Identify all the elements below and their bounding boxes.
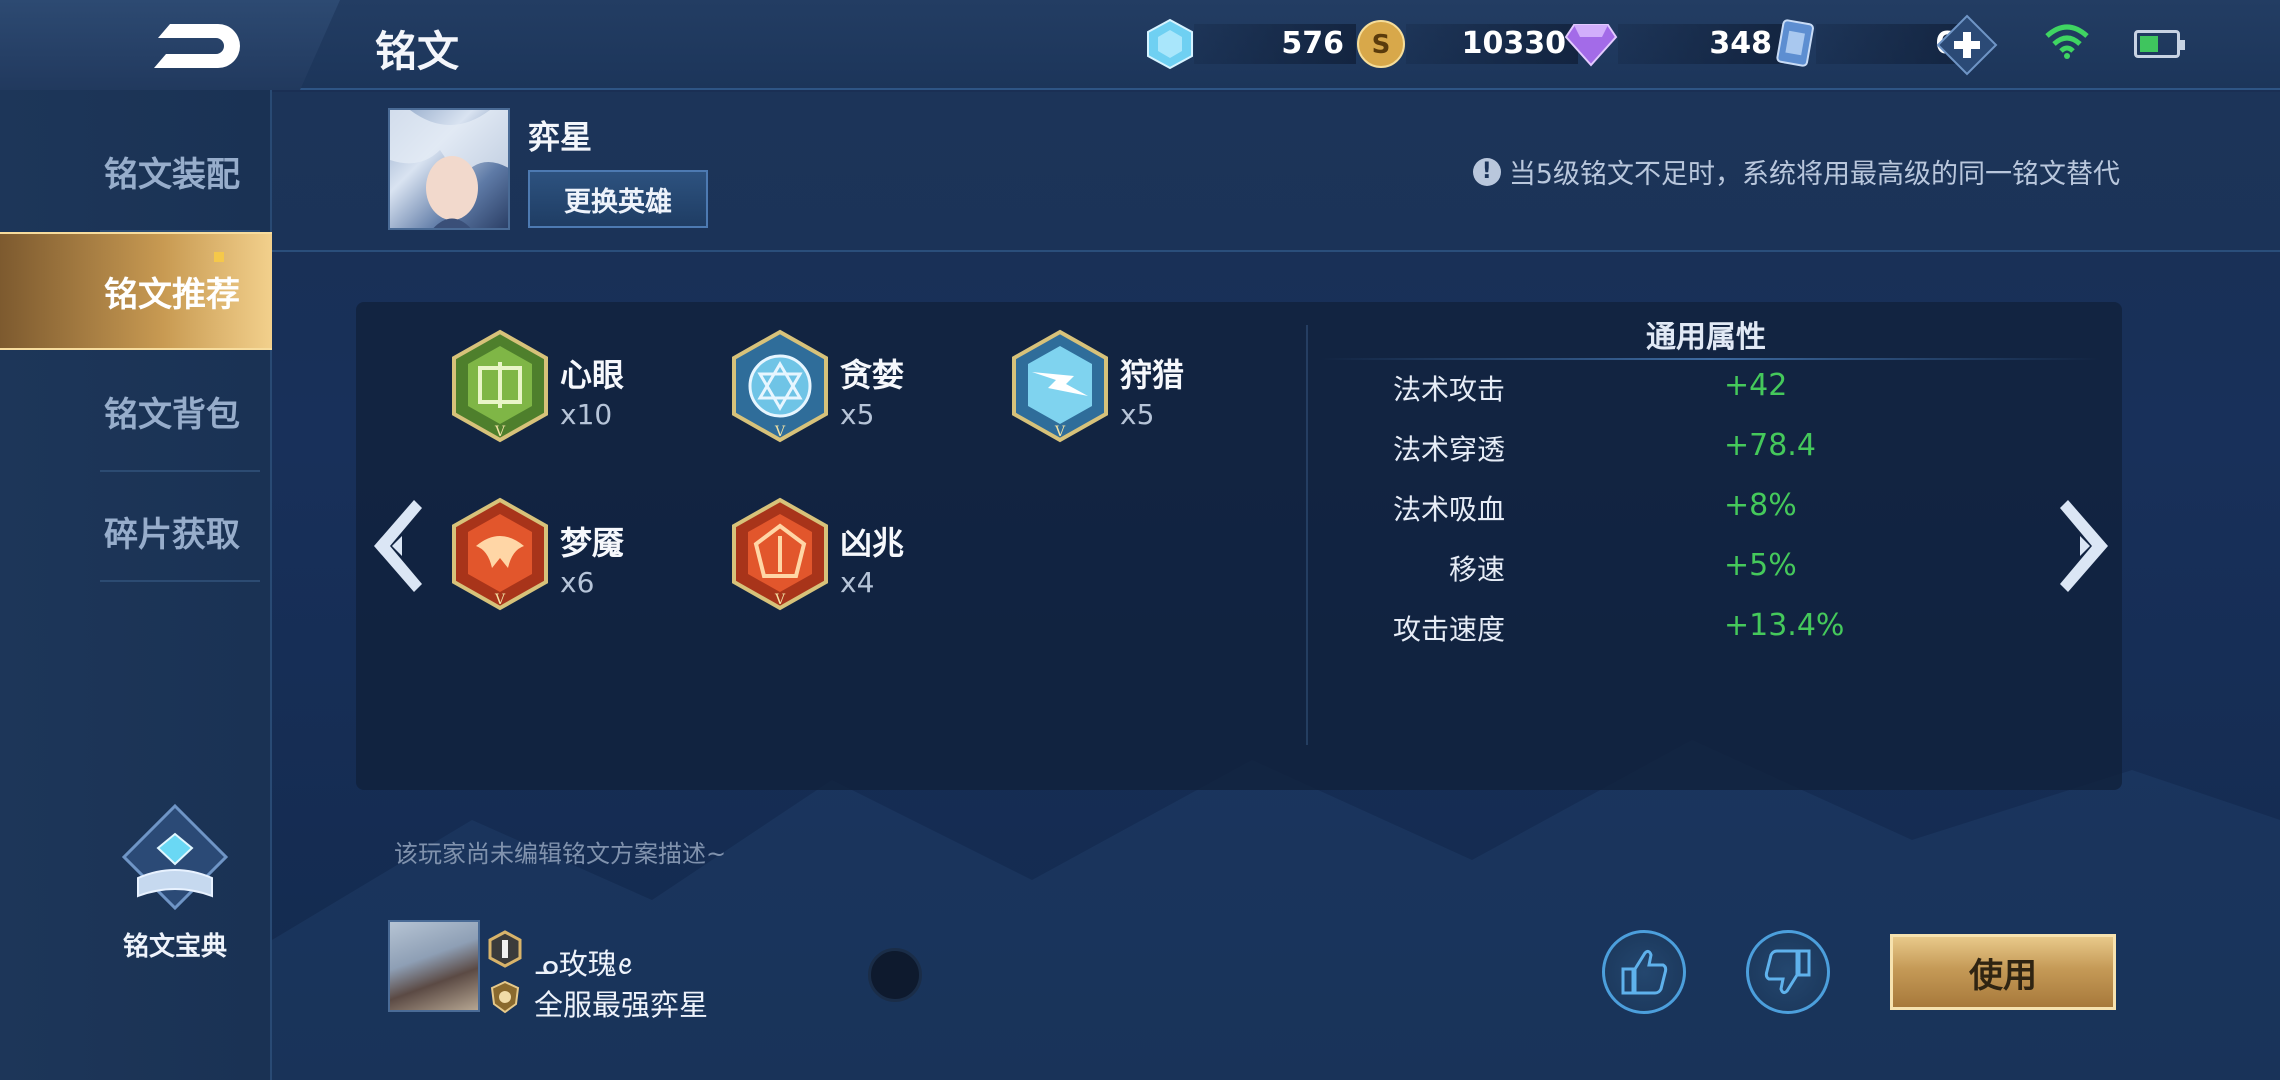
previous-arrow-icon[interactable] [362,496,432,596]
rune-codex-label: 铭文宝典 [122,932,227,962]
purple-gem-icon [1564,24,1618,67]
attribute-row: 法术攻击 +42 [1320,368,1920,412]
attribute-row: 法术穿透 +78.4 [1320,428,1920,472]
hero-portrait-icon [390,110,508,228]
rune-item-mengyan[interactable]: V 梦魇 x6 [448,496,728,616]
rank-badge-icon [488,930,522,968]
hero-avatar [388,108,510,230]
attribute-value: +78.4 [1724,428,1816,463]
rune-item-xinyan[interactable]: V 心眼 x10 [448,328,728,448]
rune-count: x5 [840,398,875,431]
attribute-row: 攻击速度 +13.4% [1320,608,1920,652]
gold-coin-icon: S [1357,20,1405,68]
sidebar-item-fragments[interactable]: 碎片获取 [0,472,272,590]
rune-green-icon: V [452,329,548,443]
plan-description: 该玩家尚未编辑铭文方案描述~ [394,840,727,868]
thumbs-down-icon [1764,949,1811,995]
svg-text:V: V [494,424,506,440]
attribute-row: 法术吸血 +8% [1320,488,1920,532]
rune-card-icon [1776,19,1814,67]
sidebar-item-rune-bag[interactable]: 铭文背包 [0,352,272,470]
attribute-value: +5% [1724,548,1797,583]
attribute-key: 法术攻击 [1392,373,1505,406]
svg-text:S: S [1372,30,1391,60]
svg-text:V: V [774,424,786,440]
svg-text:V: V [494,592,506,608]
player-title: 全服最强弈星 [534,988,709,1022]
like-button[interactable] [1602,930,1686,1014]
notice-text: 当5级铭文不足时，系统将用最高级的同一铭文替代 [1508,159,2120,190]
battery-icon [2134,30,2185,58]
currency-purple-gem: 348 [1564,18,1784,70]
attribute-value: +42 [1724,368,1788,403]
player-avatar[interactable] [388,920,480,1012]
rune-count: x6 [560,566,595,599]
attribute-key: 攻击速度 [1392,613,1505,646]
loading-spinner [868,948,922,1002]
rune-name: 心眼 [560,356,625,394]
sidebar-item-rune-equip[interactable]: 铭文装配 [0,112,272,230]
sidebar-item-label: 铭文推荐 [104,274,240,315]
rune-item-xiongzhao[interactable]: V 凶兆 x4 [728,496,1008,616]
next-arrow-icon[interactable] [2050,496,2120,596]
attribute-row: 移速 +5% [1320,548,1920,592]
dislike-button[interactable] [1746,930,1830,1014]
rune-codex-button[interactable]: 铭文宝典 [100,798,250,978]
use-button[interactable]: 使用 [1890,934,2116,1010]
info-icon: ! [1472,157,1501,186]
book-icon [121,803,229,911]
rune-count: x4 [840,566,875,599]
thumbs-up-icon [1621,949,1668,995]
add-rune-card-icon[interactable] [1936,14,1998,76]
rune-count: x10 [560,398,613,431]
sidebar-item-label: 铭文装配 [104,154,240,195]
rune-name: 凶兆 [840,524,905,562]
page-title: 铭文 [375,27,460,76]
wifi-icon [2045,24,2089,59]
currency-gold: S 10330 [1356,18,1578,70]
sidebar-item-rune-recommend[interactable]: 铭文推荐 [0,232,272,350]
divider [100,580,260,582]
attribute-key: 法术吸血 [1392,493,1505,526]
svg-text:V: V [1054,424,1066,440]
attribute-value: +8% [1724,488,1797,523]
attributes-title: 通用属性 [1646,320,1766,355]
rune-name: 梦魇 [560,524,625,562]
attribute-value: +13.4% [1724,608,1845,643]
sidebar-item-label: 铭文背包 [104,394,240,435]
rune-name: 贪婪 [840,356,905,394]
svg-text:V: V [774,592,786,608]
notice: ! 当5级铭文不足时，系统将用最高级的同一铭文替代 [1472,152,2120,191]
rune-name: 狩猎 [1120,356,1185,394]
change-hero-button[interactable]: 更换英雄 [528,170,708,228]
divider [1320,358,2100,360]
rune-red-icon: V [732,497,828,611]
new-indicator-icon [214,252,224,262]
sidebar-item-label: 碎片获取 [104,514,240,555]
rune-blue-icon: V [1012,329,1108,443]
rune-blue-icon: V [732,329,828,443]
rune-item-tanlan[interactable]: V 贪婪 x5 [728,328,1008,448]
title-badge-icon [490,980,520,1014]
rune-red-icon: V [452,497,548,611]
currency-diamond-coupon: 576 [1146,18,1356,70]
rune-count: x5 [1120,398,1155,431]
divider [1306,325,1308,745]
top-bar: 铭文 576 S 10330 348 6 [0,0,2280,90]
attribute-key: 移速 [1448,553,1505,586]
attribute-key: 法术穿透 [1392,433,1505,466]
diamond-coupon-icon [1147,18,1193,70]
hero-name: 弈星 [528,118,593,156]
back-icon[interactable] [140,18,240,74]
rune-item-shoulie[interactable]: V 狩猎 x5 [1008,328,1288,448]
